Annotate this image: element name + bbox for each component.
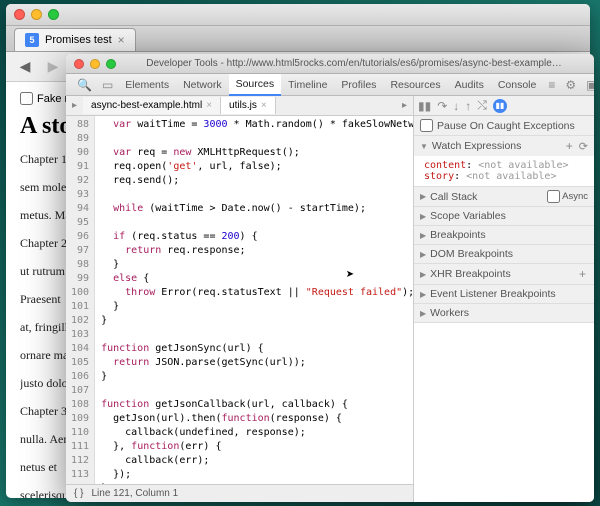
chevron-right-icon: ▶ [420, 231, 426, 240]
source-panel: ▸ async-best-example.html × utils.js × ▸ 8… [66, 96, 414, 502]
breakpoints-header[interactable]: ▶ Breakpoints [414, 226, 594, 244]
watch-item[interactable]: story: <not available> [424, 171, 584, 182]
browser-tab[interactable]: 5 Promises test × [14, 28, 136, 51]
file-tab[interactable]: async-best-example.html × [83, 97, 221, 114]
chevron-down-icon: ▼ [420, 142, 428, 151]
watch-name: story [424, 171, 454, 182]
chevron-right-icon: ▶ [420, 270, 426, 279]
section-label: Event Listener Breakpoints [430, 288, 556, 300]
fake-delay-input[interactable] [20, 92, 33, 105]
watch-body: content: <not available> story: <not ava… [414, 156, 594, 186]
window-titlebar [6, 4, 590, 26]
watch-title: Watch Expressions [432, 140, 521, 152]
async-label: Async [562, 191, 588, 202]
dock-icon[interactable]: ▣ [581, 78, 594, 92]
inspect-icon[interactable]: 🔍 [72, 78, 97, 92]
devtools-titlebar: Developer Tools - http://www.html5rocks.… [66, 54, 594, 74]
tab-console[interactable]: Console [491, 75, 544, 95]
step-out-icon[interactable]: ↑ [465, 99, 471, 113]
settings-icon[interactable]: ⚙ [560, 78, 581, 92]
minimize-icon[interactable] [90, 59, 100, 69]
close-icon[interactable] [14, 9, 25, 20]
section-label: Workers [430, 307, 469, 319]
pause-exceptions-icon[interactable]: ▮▮ [493, 99, 507, 113]
event-bp-header[interactable]: ▶ Event Listener Breakpoints [414, 285, 594, 303]
chevron-right-icon: ▶ [420, 192, 426, 201]
chevron-right-icon: ▶ [420, 212, 426, 221]
devtools-window: Developer Tools - http://www.html5rocks.… [66, 54, 594, 502]
async-checkbox[interactable]: Async [547, 190, 588, 203]
tab-title: Promises test [45, 34, 112, 46]
add-xhr-icon[interactable]: + [577, 267, 588, 281]
file-tab-close-icon[interactable]: × [206, 100, 212, 111]
watch-section: ▼ Watch Expressions + ⟳ content: <not avail… [414, 136, 594, 187]
pause-icon[interactable]: ▮▮ [418, 99, 431, 113]
file-tab-close-icon[interactable]: × [261, 100, 267, 111]
mouse-cursor-icon: ➤ [346, 268, 354, 282]
tab-strip: 5 Promises test × [6, 26, 590, 52]
pause-caught-checkbox[interactable] [420, 119, 433, 132]
section-label: DOM Breakpoints [430, 248, 513, 260]
watch-item[interactable]: content: <not available> [424, 160, 584, 171]
maximize-icon[interactable] [48, 9, 59, 20]
tab-timeline[interactable]: Timeline [281, 75, 334, 95]
section-label: Breakpoints [430, 229, 485, 241]
chevron-right-icon: ▶ [420, 309, 426, 318]
tab-close-icon[interactable]: × [118, 33, 125, 47]
watch-header[interactable]: ▼ Watch Expressions + ⟳ [414, 136, 594, 156]
status-text: Line 121, Column 1 [91, 488, 178, 499]
deactivate-bp-icon[interactable]: ⤭ [477, 98, 487, 113]
line-gutter: 8889909192939495969798991001011021031041… [66, 116, 95, 484]
format-icon[interactable]: { } [74, 488, 83, 499]
code-lines: var waitTime = 3000 * Math.random() * fa… [95, 116, 413, 484]
debugger-sidebar: ▮▮ ↷ ↓ ↑ ⤭ ▮▮ Pause On Caught Exceptions… [414, 96, 594, 502]
section-label: Scope Variables [430, 210, 506, 222]
tab-audits[interactable]: Audits [448, 75, 491, 95]
devtools-title: Developer Tools - http://www.html5rocks.… [122, 58, 586, 69]
forward-button[interactable]: ▶ [42, 56, 64, 78]
file-tabs: ▸ async-best-example.html × utils.js × ▸ [66, 96, 413, 116]
code-editor[interactable]: 8889909192939495969798991001011021031041… [66, 116, 413, 484]
file-tab-label: async-best-example.html [91, 100, 202, 111]
minimize-icon[interactable] [31, 9, 42, 20]
maximize-icon[interactable] [106, 59, 116, 69]
watch-value: <not available> [466, 171, 556, 182]
more-tabs-icon[interactable]: ▸ [396, 100, 413, 111]
tab-elements[interactable]: Elements [118, 75, 176, 95]
workers-header[interactable]: ▶ Workers [414, 304, 594, 322]
status-bar: { } Line 121, Column 1 [66, 484, 413, 502]
scope-header[interactable]: ▶ Scope Variables [414, 207, 594, 225]
watch-name: content [424, 160, 466, 171]
debugger-toolbar: ▮▮ ↷ ↓ ↑ ⤭ ▮▮ [414, 96, 594, 116]
tab-network[interactable]: Network [176, 75, 229, 95]
tab-profiles[interactable]: Profiles [334, 75, 383, 95]
navigator-toggle-icon[interactable]: ▸ [66, 100, 83, 111]
tab-sources[interactable]: Sources [229, 74, 282, 96]
xhr-bp-header[interactable]: ▶ XHR Breakpoints + [414, 264, 594, 284]
section-label: Call Stack [430, 191, 477, 203]
favicon-icon: 5 [25, 33, 39, 47]
dom-bp-header[interactable]: ▶ DOM Breakpoints [414, 245, 594, 263]
step-over-icon[interactable]: ↷ [437, 99, 447, 113]
chevron-right-icon: ▶ [420, 290, 426, 299]
pause-caught-row: Pause On Caught Exceptions [414, 116, 594, 136]
callstack-header[interactable]: ▶ Call Stack Async [414, 187, 594, 206]
file-tab-label: utils.js [229, 100, 257, 111]
tab-resources[interactable]: Resources [383, 75, 447, 95]
device-icon[interactable]: ▭ [97, 78, 118, 92]
step-into-icon[interactable]: ↓ [453, 99, 459, 113]
watch-value: <not available> [478, 160, 568, 171]
file-tab[interactable]: utils.js × [221, 97, 276, 114]
async-input[interactable] [547, 190, 560, 203]
drawer-icon[interactable]: ≡ [543, 78, 560, 92]
section-label: XHR Breakpoints [430, 268, 511, 280]
add-watch-icon[interactable]: + [564, 139, 575, 153]
close-icon[interactable] [74, 59, 84, 69]
chevron-right-icon: ▶ [420, 250, 426, 259]
pause-caught-label: Pause On Caught Exceptions [437, 120, 575, 132]
devtools-tabs: 🔍 ▭ Elements Network Sources Timeline Pr… [66, 74, 594, 96]
back-button[interactable]: ◀ [14, 56, 36, 78]
refresh-watch-icon[interactable]: ⟳ [579, 140, 588, 153]
